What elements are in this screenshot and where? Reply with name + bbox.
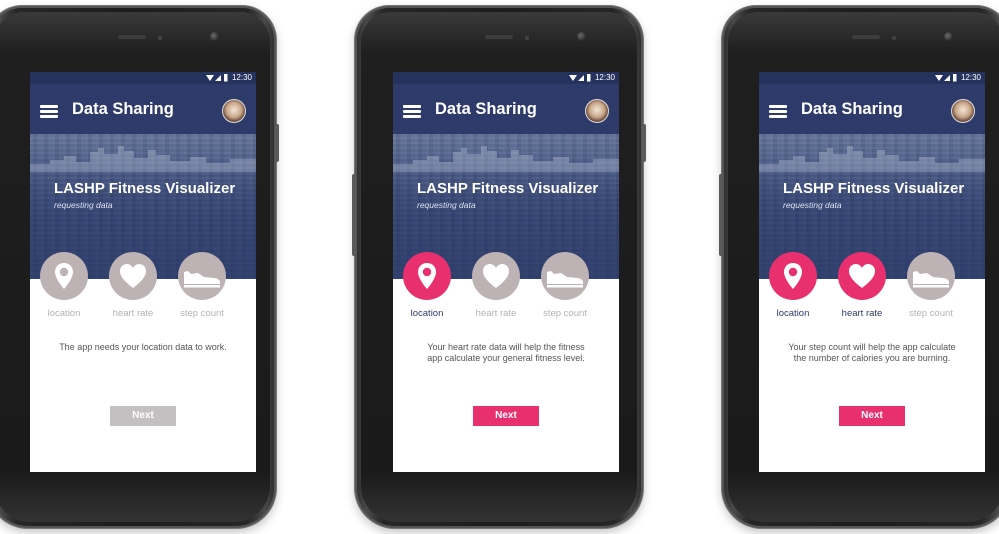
front-camera [577,32,586,41]
side-button [642,124,646,162]
permission-label: location [776,308,810,319]
signal-battery-icon [206,74,228,82]
heart-icon[interactable] [838,252,886,300]
status-time: 12:30 [231,73,252,82]
permission-description: Your heart rate data will help the fitne… [427,342,585,363]
earpiece [852,35,880,39]
permission-heart-rate[interactable]: heart rate [105,252,161,319]
permission-label: heart rate [112,308,154,319]
permission-label: heart rate [475,308,517,319]
front-camera [210,32,219,41]
permission-location[interactable]: location [36,252,92,319]
app-bar: Data Sharing [759,84,985,134]
heart-icon[interactable] [472,252,520,300]
requesting-app-name: LASHP Fitness Visualizer [54,180,236,197]
permission-description: The app needs your location data to work… [59,342,227,352]
location-pin-icon[interactable] [403,252,451,300]
shoe-icon[interactable] [541,252,589,300]
requesting-subtitle: requesting data [417,200,476,210]
menu-icon[interactable] [40,105,58,118]
screen: 12:30 Data Sharing LASHP Fitness Visuali… [393,72,619,472]
permission-location[interactable]: location [399,252,455,319]
next-button[interactable]: Next [473,406,539,426]
city-skyline-image [393,146,619,172]
shoe-icon[interactable] [178,252,226,300]
requesting-app-name: LASHP Fitness Visualizer [417,180,599,197]
front-camera [944,32,953,41]
permission-label: location [410,308,444,319]
status-bar: 12:30 [393,72,619,84]
location-pin-icon[interactable] [769,252,817,300]
menu-icon[interactable] [403,105,421,118]
status-bar: 12:30 [30,72,256,84]
requesting-subtitle: requesting data [783,200,842,210]
app-bar: Data Sharing [30,84,256,134]
avatar[interactable] [222,99,246,123]
page-title: Data Sharing [72,100,174,118]
permission-label: step count [180,308,224,319]
status-bar: 12:30 [759,72,985,84]
city-skyline-image [30,146,256,172]
permission-label: step count [543,308,587,319]
permission-step-count[interactable]: step count [903,252,959,319]
earpiece [485,35,513,39]
side-button [275,124,279,162]
signal-battery-icon [569,74,591,82]
permission-heart-rate[interactable]: heart rate [468,252,524,319]
permission-step-count[interactable]: step count [174,252,230,319]
sensor [158,36,162,40]
heart-icon[interactable] [109,252,157,300]
avatar[interactable] [951,99,975,123]
permission-label: heart rate [841,308,883,319]
permission-heart-rate[interactable]: heart rate [834,252,890,319]
app-bar: Data Sharing [393,84,619,134]
page-title: Data Sharing [801,100,903,118]
phone-mockup-2: 12:30 Data Sharing LASHP Fitness Visuali… [352,6,646,528]
permission-step-count[interactable]: step count [537,252,593,319]
permission-label: step count [909,308,953,319]
next-button[interactable]: Next [110,406,176,426]
page-title: Data Sharing [435,100,537,118]
side-button [352,174,356,256]
avatar[interactable] [585,99,609,123]
permission-label: location [47,308,81,319]
next-button[interactable]: Next [839,406,905,426]
status-time: 12:30 [594,73,615,82]
status-time: 12:30 [960,73,981,82]
shoe-icon[interactable] [907,252,955,300]
permission-description: Your step count will help the app calcul… [788,342,956,363]
screen: 12:30 Data Sharing LASHP Fitness Visuali… [30,72,256,472]
screen: 12:30 Data Sharing LASHP Fitness Visuali… [759,72,985,472]
sensor [892,36,896,40]
phone-mockup-3: 12:30 Data Sharing LASHP Fitness Visuali… [719,6,999,528]
earpiece [118,35,146,39]
location-pin-icon[interactable] [40,252,88,300]
side-button [719,174,723,256]
phone-mockup-1: 12:30 Data Sharing LASHP Fitness Visuali… [0,6,279,528]
city-skyline-image [759,146,985,172]
menu-icon[interactable] [769,105,787,118]
requesting-subtitle: requesting data [54,200,113,210]
requesting-app-name: LASHP Fitness Visualizer [783,180,965,197]
permission-location[interactable]: location [765,252,821,319]
sensor [525,36,529,40]
signal-battery-icon [935,74,957,82]
